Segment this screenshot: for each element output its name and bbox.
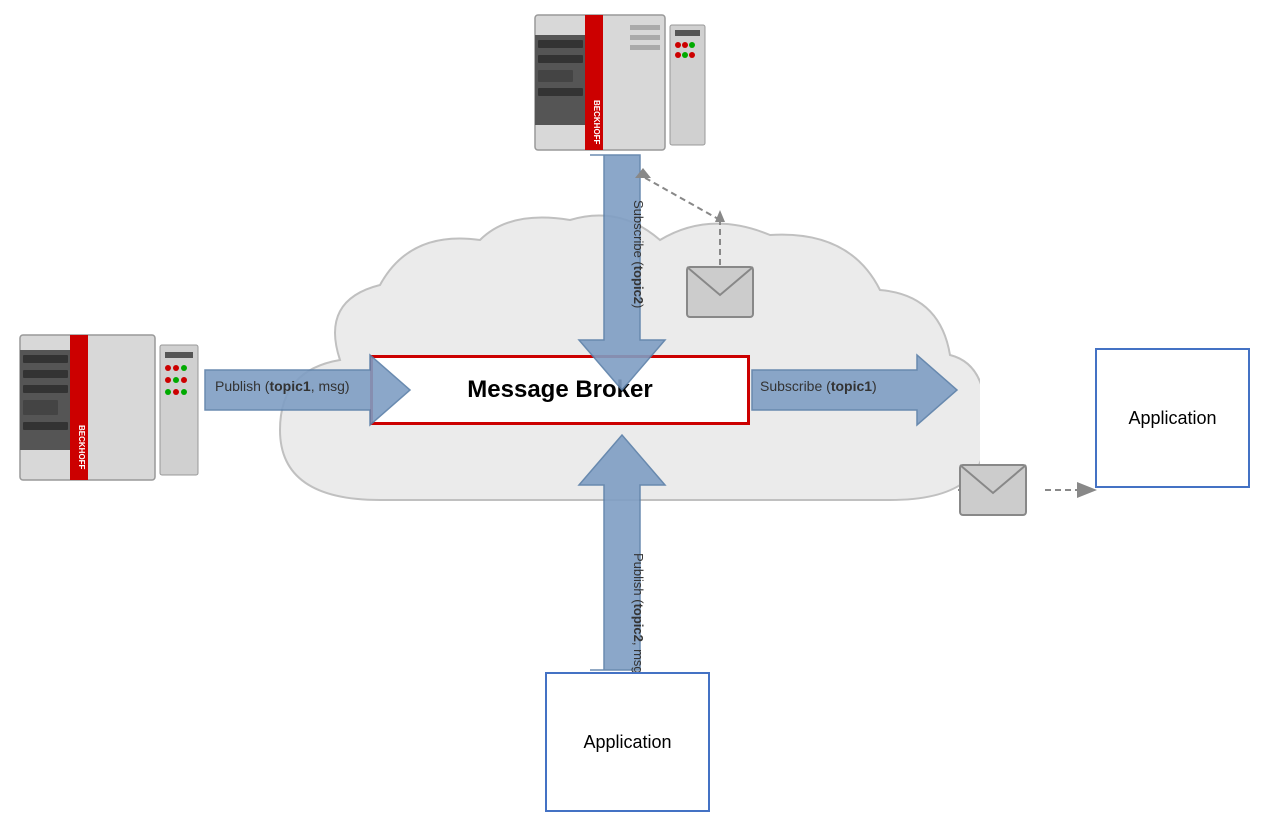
subscribe-right-label: Subscribe (topic1): [760, 378, 877, 394]
application-right-label: Application: [1128, 408, 1216, 429]
application-right-box: Application: [1095, 348, 1250, 488]
envelope-top: [685, 265, 755, 325]
subscribe-top-label: Subscribe (topic2): [631, 200, 646, 308]
diagram-container: Message Broker: [0, 0, 1280, 825]
publish-left-label: Publish (topic1, msg): [215, 378, 350, 394]
application-bottom-box: Application: [545, 672, 710, 812]
application-bottom-label: Application: [583, 732, 671, 753]
publish-bottom-label: Publish (topic2, msg): [631, 553, 646, 678]
envelope-right: [958, 463, 1028, 523]
